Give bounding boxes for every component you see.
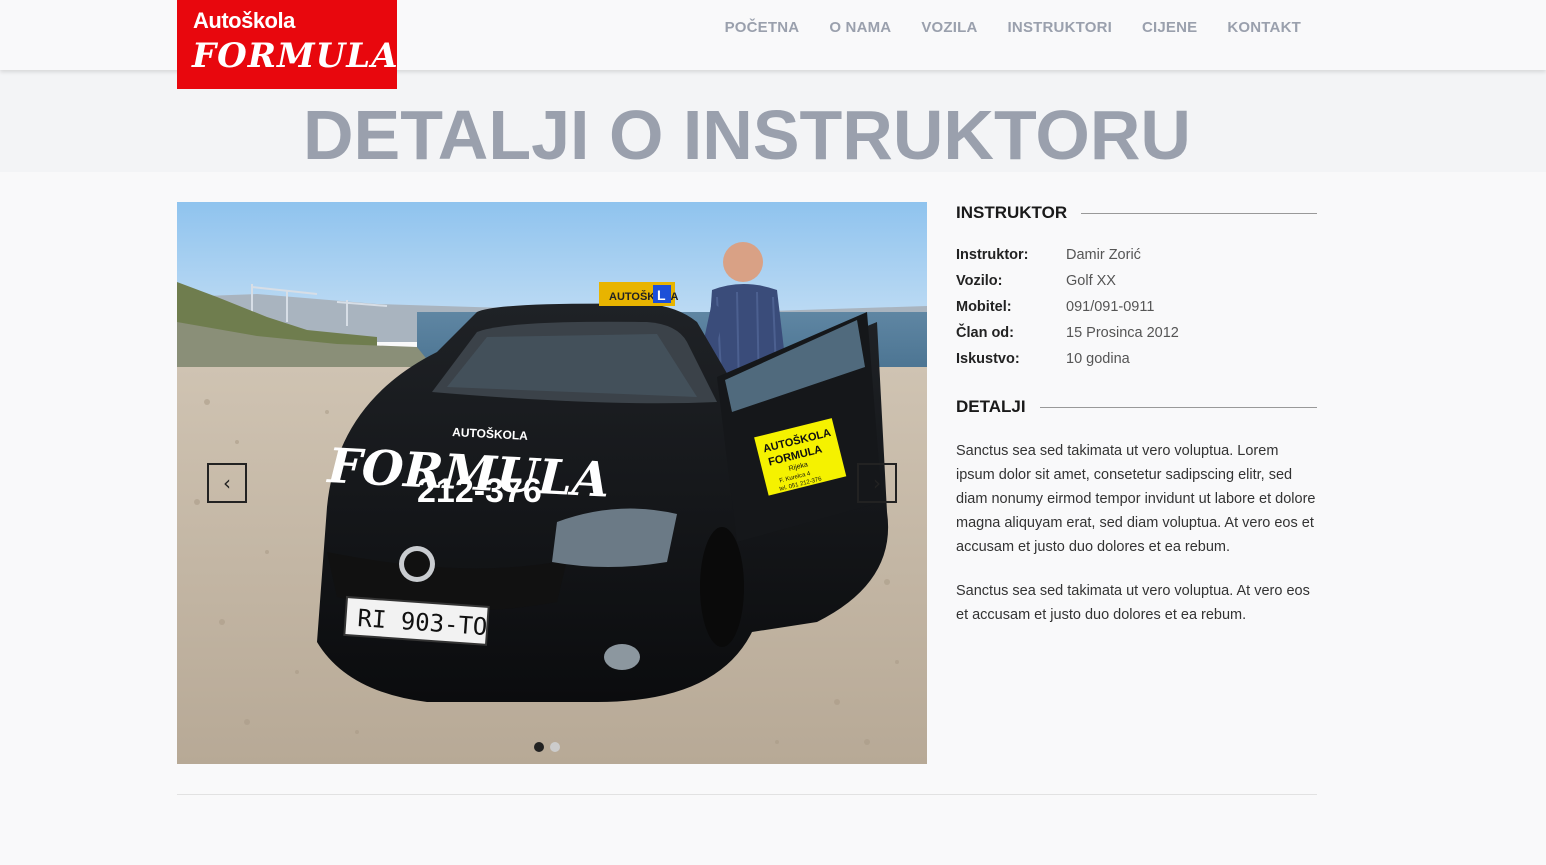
details-section-header: DETALJI <box>956 396 1317 418</box>
brand-logo[interactable]: Autoškola FORMULA <box>177 0 399 89</box>
detail-value: 10 godina <box>1066 351 1130 367</box>
brand-logo-main-text: FORMULA <box>192 36 399 76</box>
instructor-section-header: INSTRUKTOR <box>956 202 1317 224</box>
nav-item-kontakt[interactable]: KONTAKT <box>1227 19 1301 36</box>
details-heading: DETALJI <box>956 397 1026 416</box>
nav-item-cijene[interactable]: CIJENE <box>1142 19 1197 36</box>
detail-row-mobitel: Mobitel: 091/091-0911 <box>956 294 1317 320</box>
detail-row-instruktor: Instruktor: Damir Zorić <box>956 242 1317 268</box>
nav-item-pocetna[interactable]: POČETNA <box>725 19 800 36</box>
detail-value: 091/091-0911 <box>1066 299 1155 315</box>
detail-label: Član od: <box>956 325 1014 341</box>
nav-item-vozila[interactable]: VOZILA <box>921 19 977 36</box>
instructor-car-photo: AUTOŠKOLA L AUTOŠKOLA FORMULA 212-376 RI… <box>177 202 927 764</box>
detail-label: Iskustvo: <box>956 351 1020 367</box>
detail-row-clan-od: Član od: 15 Prosinca 2012 <box>956 320 1317 346</box>
heading-divider <box>1039 406 1317 408</box>
slider-dots <box>534 742 560 752</box>
page-title: DETALJI O INSTRUKTORU <box>303 96 1191 174</box>
instructor-heading: INSTRUKTOR <box>956 203 1068 222</box>
detail-label: Instruktor: <box>956 247 1029 263</box>
nav-item-o-nama[interactable]: O NAMA <box>829 19 891 36</box>
detail-value: 15 Prosinca 2012 <box>1066 325 1179 341</box>
brand-logo-top-text: Autoškola <box>193 8 295 33</box>
detail-row-vozilo: Vozilo: Golf XX <box>956 268 1317 294</box>
nav-item-instruktori[interactable]: INSTRUKTORI <box>1008 19 1112 36</box>
heading-divider <box>1081 212 1317 214</box>
detail-value: Golf XX <box>1066 273 1116 289</box>
instructor-photo-slider: AUTOŠKOLA L AUTOŠKOLA FORMULA 212-376 RI… <box>177 202 927 764</box>
instructor-details-list: Instruktor: Damir Zorić Vozilo: Golf XX … <box>956 242 1317 372</box>
slider-prev-button[interactable]: ‹ <box>207 463 247 503</box>
detail-label: Mobitel: <box>956 299 1012 315</box>
svg-text:212-376: 212-376 <box>417 472 542 510</box>
slider-next-button[interactable]: › <box>857 463 897 503</box>
content-divider <box>177 794 1317 795</box>
main-nav: POČETNA O NAMA VOZILA INSTRUKTORI CIJENE… <box>725 19 1301 36</box>
chevron-right-icon: › <box>873 471 881 495</box>
slider-dot-1[interactable] <box>534 742 544 752</box>
details-paragraph-1: Sanctus sea sed takimata ut vero voluptu… <box>956 443 1316 555</box>
detail-row-iskustvo: Iskustvo: 10 godina <box>956 346 1317 372</box>
chevron-left-icon: ‹ <box>223 471 231 495</box>
slider-dot-2[interactable] <box>550 742 560 752</box>
details-paragraph-2: Sanctus sea sed takimata ut vero voluptu… <box>956 583 1310 623</box>
svg-text:L: L <box>657 287 666 303</box>
instructor-info-panel: INSTRUKTOR Instruktor: Damir Zorić Vozil… <box>956 202 1317 627</box>
detail-label: Vozilo: <box>956 273 1003 289</box>
detail-value: Damir Zorić <box>1066 247 1141 263</box>
